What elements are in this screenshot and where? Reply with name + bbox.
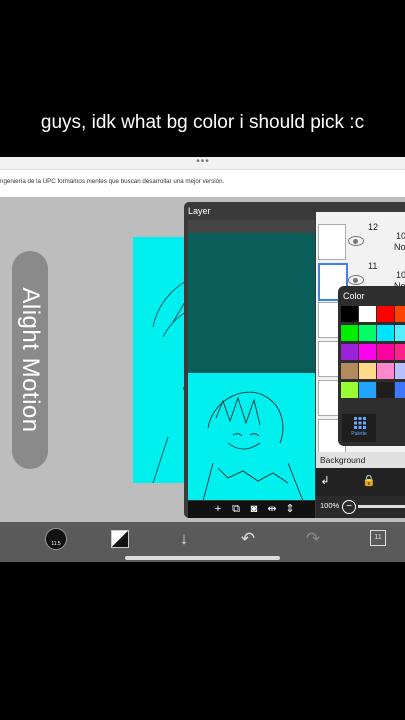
watermark-badge: Alight Motion bbox=[12, 251, 48, 469]
color-swatch[interactable] bbox=[377, 382, 394, 398]
add-layer-icon[interactable]: + bbox=[209, 501, 227, 518]
color-swatch[interactable] bbox=[377, 344, 394, 360]
color-swatch[interactable] bbox=[395, 306, 405, 322]
duplicate-layer-icon[interactable]: ⧉ bbox=[227, 501, 245, 518]
color-swatch[interactable] bbox=[359, 325, 376, 341]
palette-label: Palette bbox=[351, 431, 367, 437]
eye-icon[interactable] bbox=[348, 275, 364, 285]
palette-button[interactable]: Palette bbox=[342, 414, 376, 442]
watermark-text: Alight Motion bbox=[17, 287, 44, 433]
layer-blend-mode: No bbox=[394, 242, 405, 252]
color-swatch[interactable] bbox=[395, 382, 405, 398]
color-swatch[interactable] bbox=[377, 325, 394, 341]
arrow-down-icon[interactable]: ↓ bbox=[173, 528, 195, 550]
preview-dark-region bbox=[188, 233, 315, 373]
color-swatch[interactable] bbox=[359, 306, 376, 322]
camera-icon[interactable]: ◙ bbox=[245, 501, 263, 518]
opacity-label: 100% bbox=[320, 501, 340, 510]
color-swatch[interactable] bbox=[377, 306, 394, 322]
layer-panel-title: Layer bbox=[188, 206, 211, 216]
layer-item-12[interactable]: 12 10 No bbox=[316, 222, 405, 260]
layers-count-icon[interactable]: 11 bbox=[370, 530, 386, 546]
web-banner-text: ngeniería de la UPC formamos mentes que … bbox=[0, 178, 225, 185]
color-swatch[interactable] bbox=[341, 344, 358, 360]
background-layer-label[interactable]: Background bbox=[316, 452, 405, 468]
color-swatch[interactable] bbox=[341, 306, 358, 322]
flip-vertical-icon[interactable]: ⇕ bbox=[281, 501, 299, 518]
flip-horizontal-icon[interactable]: ⇹ bbox=[263, 501, 281, 518]
opacity-slider[interactable] bbox=[358, 505, 405, 508]
preview-sketch bbox=[202, 391, 304, 500]
drawing-app: Alight Motion Layer + ⧉ ◙ ⇹ ⇕ 12 10 No 1… bbox=[0, 197, 405, 522]
preview-light-region bbox=[188, 373, 315, 500]
layer-thumbnail bbox=[318, 224, 346, 260]
redo-icon[interactable]: ↷ bbox=[302, 528, 324, 550]
layer-opacity: 10 bbox=[396, 231, 405, 241]
merge-down-icon[interactable]: ↲ bbox=[318, 473, 332, 490]
eye-icon[interactable] bbox=[348, 236, 364, 246]
brush-size-button[interactable]: 11.5 bbox=[45, 528, 67, 550]
color-swap-icon[interactable] bbox=[111, 530, 129, 548]
color-panel: Color Palette bbox=[338, 286, 405, 446]
color-swatch[interactable] bbox=[395, 344, 405, 360]
layer-number: 12 bbox=[368, 222, 379, 232]
home-indicator[interactable] bbox=[125, 556, 280, 560]
color-swatch[interactable] bbox=[359, 344, 376, 360]
opacity-minus-button[interactable]: − bbox=[342, 500, 356, 514]
palette-icon bbox=[354, 417, 366, 429]
color-swatch[interactable] bbox=[359, 382, 376, 398]
brush-size-label: 11.5 bbox=[51, 541, 61, 547]
color-swatch[interactable] bbox=[341, 382, 358, 398]
color-swatch[interactable] bbox=[377, 363, 394, 379]
opacity-control: 100% − bbox=[316, 496, 405, 518]
layer-number: 11 bbox=[368, 261, 378, 271]
color-panel-title: Color bbox=[343, 291, 365, 301]
color-swatch[interactable] bbox=[341, 363, 358, 379]
drag-dots-icon: ••• bbox=[196, 156, 210, 167]
layer-preview bbox=[188, 220, 315, 500]
preview-toolbar: + ⧉ ◙ ⇹ ⇕ bbox=[188, 501, 315, 518]
video-caption: guys, idk what bg color i should pick :c bbox=[40, 112, 365, 133]
color-swatch[interactable] bbox=[395, 363, 405, 379]
color-swatch[interactable] bbox=[359, 363, 376, 379]
undo-icon[interactable]: ↶ bbox=[237, 528, 259, 550]
layer-top-cutoff-text: No bbox=[392, 212, 404, 213]
color-swatch[interactable] bbox=[341, 325, 358, 341]
layer-opacity: 10 bbox=[396, 270, 405, 280]
lock-icon[interactable]: 🔒 bbox=[362, 473, 376, 490]
color-swatch[interactable] bbox=[395, 325, 405, 341]
layer-actions-bar: ↲ 🔒 bbox=[316, 468, 405, 496]
